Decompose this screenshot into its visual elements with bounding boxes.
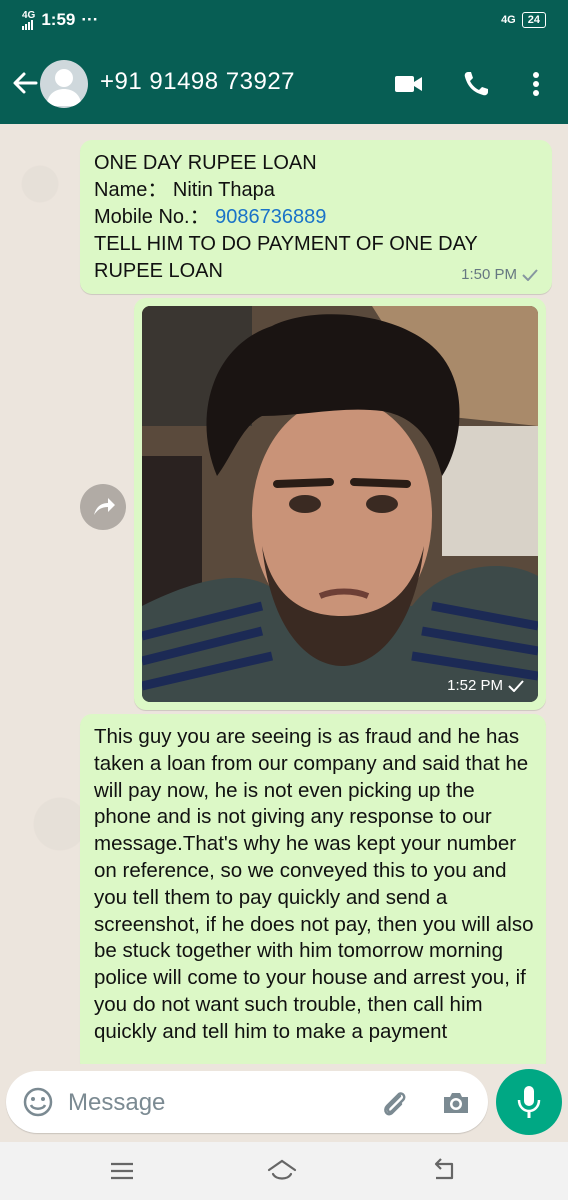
signal-icon [22,19,33,30]
voice-call-icon[interactable] [460,68,492,100]
recent-apps-icon[interactable] [106,1156,138,1186]
home-icon[interactable] [266,1156,298,1186]
sent-check-icon [508,679,524,692]
network-right-label: 4G [501,14,516,26]
status-time: 1:59 [41,10,76,29]
camera-icon[interactable] [440,1087,472,1119]
network-label: 4G [22,9,36,21]
name-value: Nitin Thapa [172,179,275,201]
message-line: TELL HIM TO DO PAYMENT OF ONE DAY RUPEE … [94,233,478,282]
sent-check-icon [522,268,538,281]
message-line: Name： Nitin Thapa [94,177,514,204]
network-indicator: 4G [22,9,36,30]
status-bar: 4G 1:59 ··· 4G 24 [0,0,568,44]
attach-icon[interactable] [378,1087,410,1119]
message-input[interactable]: Message [6,1071,488,1133]
back-nav-icon[interactable] [428,1156,460,1186]
message-meta: 1:50 PM [461,261,538,288]
forward-icon [94,498,115,515]
more-options-icon[interactable] [520,68,552,100]
message-photo[interactable]: 1:52 PM [142,306,538,702]
composer-bar: Message [0,1064,568,1142]
status-left: 4G 1:59 ··· [22,10,98,30]
message-placeholder: Message [68,1089,166,1116]
message-bubble-loan-info[interactable]: ONE DAY RUPEE LOAN Name： Nitin Thapa Mob… [80,140,552,294]
message-text: This guy you are seeing is as fraud and … [94,725,534,1043]
chat-header: +91 91498 73927 [0,44,568,124]
status-more: ··· [81,10,99,29]
avatar[interactable] [40,60,88,108]
video-call-icon[interactable] [392,68,424,100]
message-bubble-image[interactable]: 1:52 PM [134,298,546,710]
message-time: 1:50 PM [461,266,517,283]
message-line: ONE DAY RUPEE LOAN [94,152,317,174]
message-time: 1:52 PM [447,677,503,694]
system-nav-bar [0,1142,568,1200]
battery-indicator: 24 [521,12,546,28]
image-meta: 1:52 PM [447,677,524,694]
chat-area[interactable]: ONE DAY RUPEE LOAN Name： Nitin Thapa Mob… [0,124,568,1064]
message-line: Mobile No.： 9086736889 [94,204,514,231]
contact-name[interactable]: +91 91498 73927 [100,68,295,96]
mic-button[interactable] [496,1069,562,1135]
mic-icon [517,1086,541,1118]
emoji-icon[interactable] [22,1086,54,1118]
default-avatar-icon [46,69,82,106]
message-bubble-warning[interactable]: This guy you are seeing is as fraud and … [80,714,546,1064]
back-arrow-icon[interactable] [8,66,42,100]
selfie-photo [142,306,538,702]
forward-button[interactable] [80,484,126,530]
mobile-label: Mobile No.： [94,206,210,228]
name-label: Name： [94,179,168,201]
status-right: 4G 24 [501,12,546,28]
phone-number-link[interactable]: 9086736889 [215,206,326,228]
